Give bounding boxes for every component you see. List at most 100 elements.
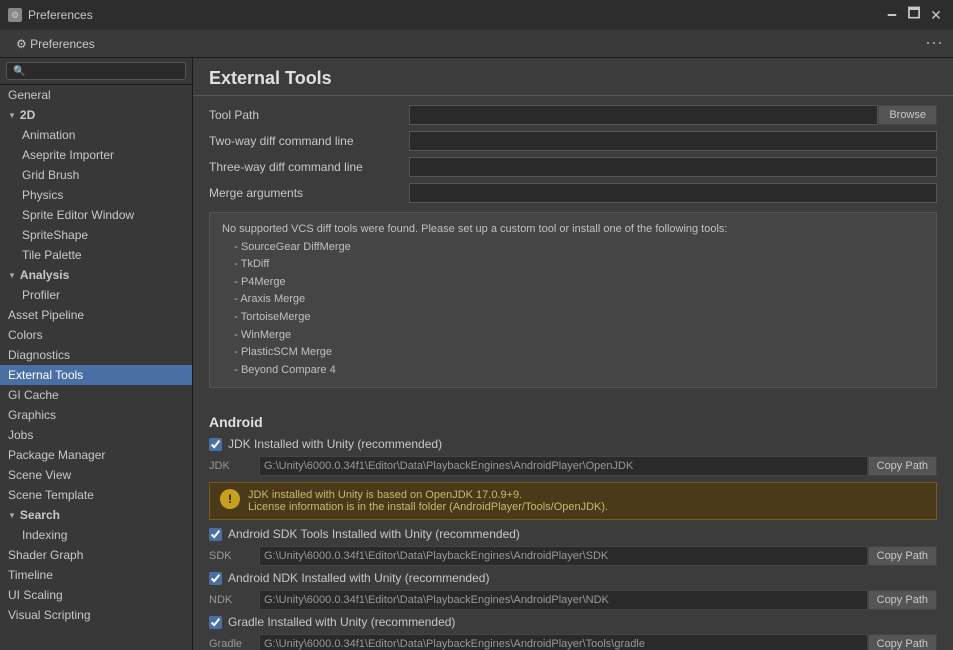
sidebar-item-label: UI Scaling: [8, 588, 63, 602]
minimize-button[interactable]: 🗕: [883, 6, 901, 24]
sidebar-search-wrapper: 🔍: [6, 62, 186, 80]
sdk-copy-button[interactable]: Copy Path: [868, 546, 937, 566]
sidebar-item-shader-graph[interactable]: Shader Graph: [0, 545, 192, 565]
two-way-diff-row: Two-way diff command line: [209, 128, 937, 154]
gradle-checkbox[interactable]: [209, 616, 222, 629]
sidebar-item-label: Profiler: [22, 288, 60, 302]
warning-icon: !: [220, 489, 240, 509]
sidebar-item-label: Physics: [22, 188, 63, 202]
sidebar-item-label: Sprite Editor Window: [22, 208, 134, 222]
preferences-tab-label: Preferences: [30, 37, 95, 51]
jdk-checkbox-label: JDK Installed with Unity (recommended): [228, 437, 442, 451]
info-tool-3: - P4Merge: [222, 276, 286, 288]
jdk-checkbox-row: JDK Installed with Unity (recommended): [209, 434, 937, 454]
sidebar-item-search[interactable]: ▼ Search: [0, 505, 192, 525]
sidebar-item-spriteshape[interactable]: SpriteShape: [0, 225, 192, 245]
warning-line2: License information is in the install fo…: [248, 501, 608, 513]
sidebar-item-indexing[interactable]: Indexing: [0, 525, 192, 545]
three-way-diff-input[interactable]: [409, 157, 937, 177]
ndk-copy-button[interactable]: Copy Path: [868, 590, 937, 610]
sidebar-item-ui-scaling[interactable]: UI Scaling: [0, 585, 192, 605]
gradle-copy-button[interactable]: Copy Path: [868, 634, 937, 650]
sidebar-item-timeline[interactable]: Timeline: [0, 565, 192, 585]
sidebar-item-label: Scene Template: [8, 488, 94, 502]
two-way-diff-input[interactable]: [409, 131, 937, 151]
main-layout: 🔍 General▼ 2DAnimationAseprite ImporterG…: [0, 58, 953, 650]
close-button[interactable]: ✕: [927, 6, 945, 24]
tool-path-input[interactable]: [409, 105, 878, 125]
app-icon: ⚙: [8, 8, 22, 22]
sidebar-item-visual-scripting[interactable]: Visual Scripting: [0, 605, 192, 625]
title-bar-controls: 🗕 🗖 ✕: [883, 6, 945, 24]
sidebar-item-animation[interactable]: Animation: [0, 125, 192, 145]
sidebar-item-label: Grid Brush: [22, 168, 79, 182]
search-icon: 🔍: [13, 66, 25, 77]
gradle-path-input[interactable]: [259, 634, 868, 650]
sidebar-item-colors[interactable]: Colors: [0, 325, 192, 345]
maximize-button[interactable]: 🗖: [905, 6, 923, 24]
sidebar-item-sprite-editor-window[interactable]: Sprite Editor Window: [0, 205, 192, 225]
sidebar-item-scene-template[interactable]: Scene Template: [0, 485, 192, 505]
triangle-icon: ▼: [8, 111, 16, 120]
merge-arguments-label: Merge arguments: [209, 186, 409, 200]
sidebar-item-label: Shader Graph: [8, 548, 83, 562]
sidebar-item-label: Package Manager: [8, 448, 105, 462]
sdk-path-input[interactable]: [259, 546, 868, 566]
sidebar-item-2d[interactable]: ▼ 2D: [0, 105, 192, 125]
sidebar-item-label: Visual Scripting: [8, 608, 91, 622]
sidebar-item-label: GI Cache: [8, 388, 59, 402]
menu-more-button[interactable]: ⋯: [921, 31, 947, 56]
sidebar-item-aseprite-importer[interactable]: Aseprite Importer: [0, 145, 192, 165]
info-tool-8: - Beyond Compare 4: [222, 364, 336, 376]
sidebar-item-gi-cache[interactable]: GI Cache: [0, 385, 192, 405]
sidebar-item-diagnostics[interactable]: Diagnostics: [0, 345, 192, 365]
sidebar-item-analysis[interactable]: ▼ Analysis: [0, 265, 192, 285]
ndk-checkbox-label: Android NDK Installed with Unity (recomm…: [228, 571, 489, 585]
sidebar-search-input[interactable]: [29, 65, 179, 77]
info-tool-7: - PlasticSCM Merge: [222, 346, 332, 358]
sidebar-item-graphics[interactable]: Graphics: [0, 405, 192, 425]
preferences-tab[interactable]: ⚙ Preferences: [6, 33, 105, 55]
sidebar-item-profiler[interactable]: Profiler: [0, 285, 192, 305]
sidebar-item-external-tools[interactable]: External Tools: [0, 365, 192, 385]
info-tool-1: - SourceGear DiffMerge: [222, 241, 351, 253]
sidebar-item-label: Asset Pipeline: [8, 308, 84, 322]
info-tool-4: - Araxis Merge: [222, 293, 305, 305]
tool-path-browse-button[interactable]: Browse: [878, 105, 937, 125]
gradle-checkbox-row: Gradle Installed with Unity (recommended…: [209, 612, 937, 632]
sidebar-item-asset-pipeline[interactable]: Asset Pipeline: [0, 305, 192, 325]
merge-arguments-input[interactable]: [409, 183, 937, 203]
sidebar-item-physics[interactable]: Physics: [0, 185, 192, 205]
sidebar-item-general[interactable]: General: [0, 85, 192, 105]
info-line1: No supported VCS diff tools were found. …: [222, 223, 727, 235]
ndk-path-input[interactable]: [259, 590, 868, 610]
sidebar-item-jobs[interactable]: Jobs: [0, 425, 192, 445]
content-title: External Tools: [193, 58, 953, 96]
sdk-checkbox[interactable]: [209, 528, 222, 541]
jdk-checkbox[interactable]: [209, 438, 222, 451]
warning-line1: JDK installed with Unity is based on Ope…: [248, 489, 522, 501]
warning-text: JDK installed with Unity is based on Ope…: [248, 489, 608, 513]
gradle-checkbox-label: Gradle Installed with Unity (recommended…: [228, 615, 455, 629]
android-section-title: Android: [209, 406, 937, 434]
sidebar-group-label: Analysis: [20, 268, 69, 282]
sidebar-item-tile-palette[interactable]: Tile Palette: [0, 245, 192, 265]
sidebar-item-label: General: [8, 88, 51, 102]
sidebar-item-label: SpriteShape: [22, 228, 88, 242]
sidebar-item-label: Aseprite Importer: [22, 148, 114, 162]
tool-path-row: Tool Path Browse: [209, 102, 937, 128]
jdk-path-input[interactable]: [259, 456, 868, 476]
jdk-copy-button[interactable]: Copy Path: [868, 456, 937, 476]
sidebar-item-package-manager[interactable]: Package Manager: [0, 445, 192, 465]
sidebar-item-label: Colors: [8, 328, 43, 342]
sidebar-item-label: Graphics: [8, 408, 56, 422]
ndk-checkbox[interactable]: [209, 572, 222, 585]
sidebar-item-grid-brush[interactable]: Grid Brush: [0, 165, 192, 185]
sidebar-item-scene-view[interactable]: Scene View: [0, 465, 192, 485]
sidebar-item-label: External Tools: [8, 368, 83, 382]
vcs-info-box: No supported VCS diff tools were found. …: [209, 212, 937, 388]
sidebar-item-label: Jobs: [8, 428, 33, 442]
sidebar-item-label: Timeline: [8, 568, 53, 582]
sidebar-group-label: 2D: [20, 108, 35, 122]
jdk-warning-box: ! JDK installed with Unity is based on O…: [209, 482, 937, 520]
